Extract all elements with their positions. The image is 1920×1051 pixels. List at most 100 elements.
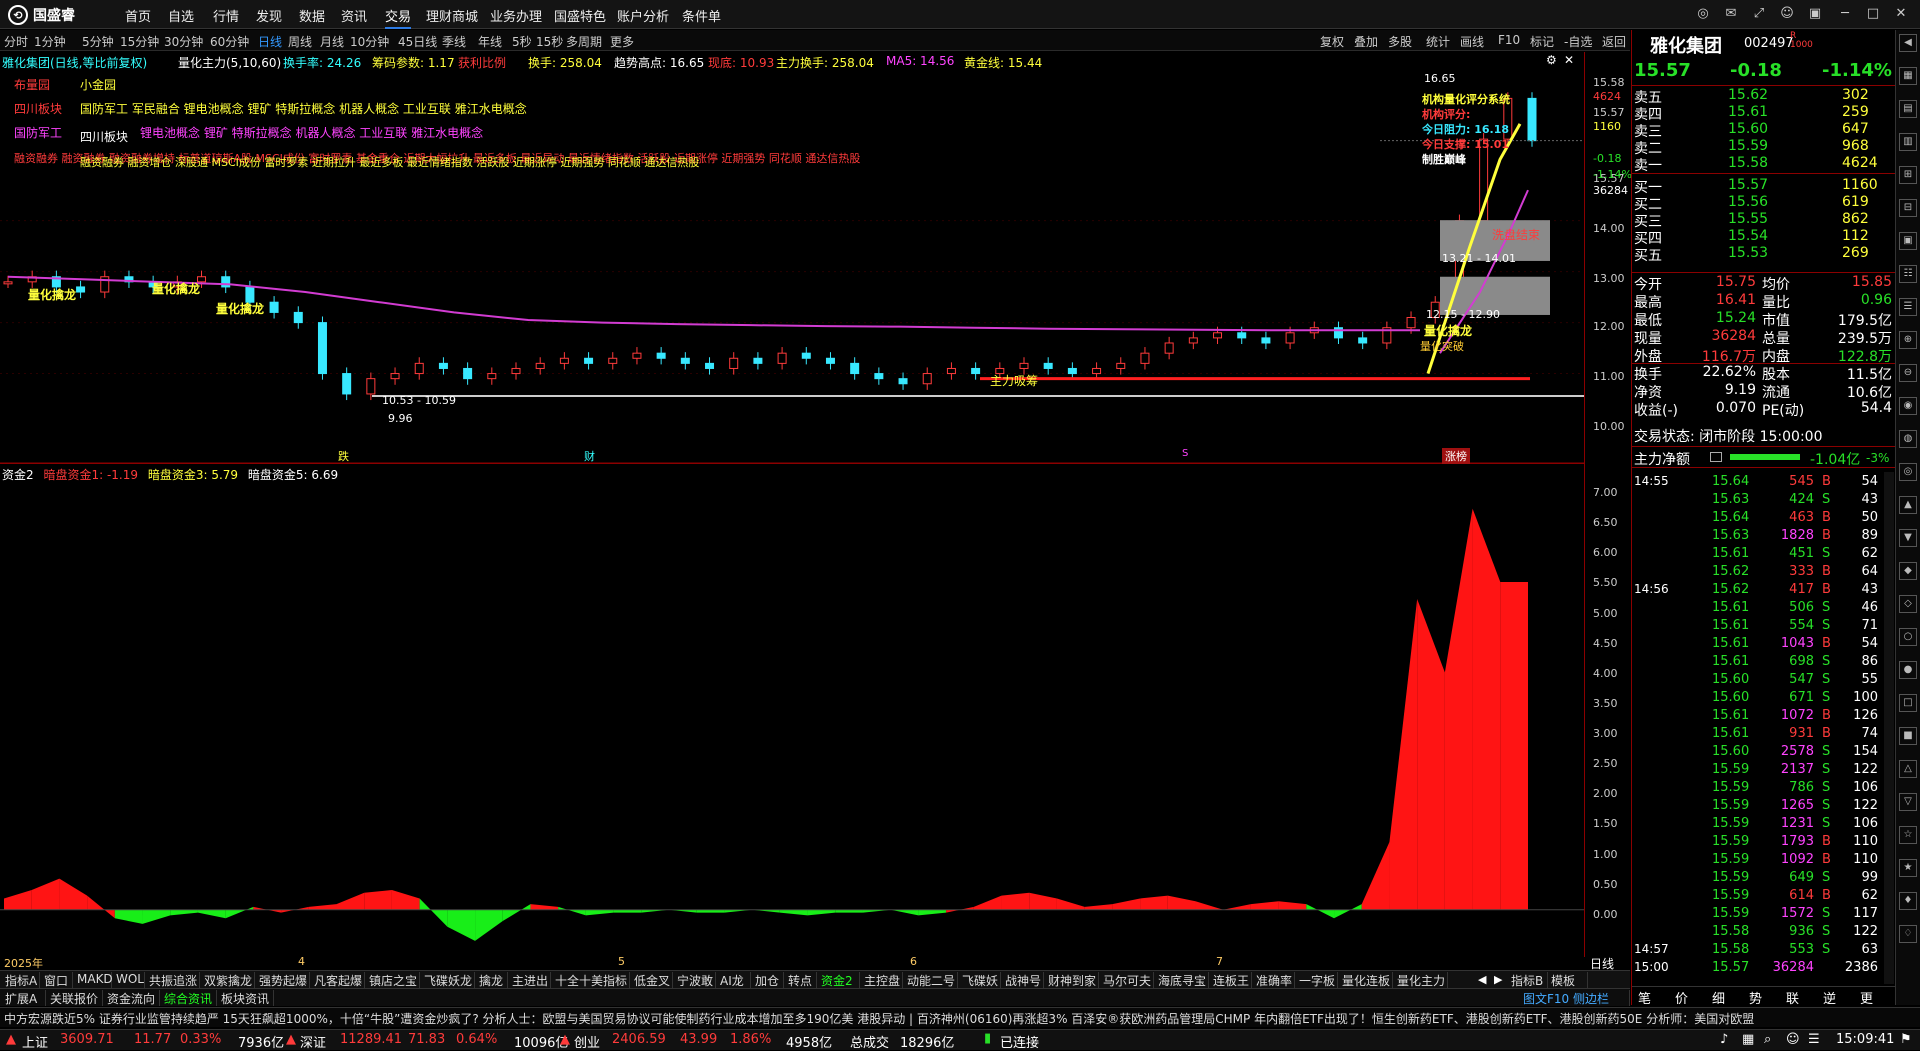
toolbar-btn-1[interactable]: 叠加 — [1354, 33, 1378, 50]
menu-item-2[interactable]: 行情 — [213, 6, 239, 25]
settings-icon[interactable]: ☰ — [1808, 1032, 1820, 1047]
period-1[interactable]: 1分钟 — [34, 33, 66, 50]
collapse-icon[interactable]: ◀ — [1899, 34, 1917, 52]
kline-chart[interactable]: 布量园 小金园 四川板块 国防军工 军民融合 锂电池概念 锂矿 特斯拉概念 机器… — [0, 70, 1584, 464]
tick-tab-1[interactable]: 价 — [1675, 988, 1688, 1007]
tab-scroll-left-icon[interactable]: ◀ — [1478, 973, 1486, 986]
indicator-tab-6[interactable]: 强势起爆 — [256, 972, 310, 988]
period-3[interactable]: 15分钟 — [120, 33, 159, 50]
toolbar-btn-5[interactable]: F10 — [1498, 33, 1520, 47]
chat-icon[interactable]: ◎ — [1694, 5, 1712, 23]
extension-tab-0[interactable]: 扩展A — [2, 990, 46, 1006]
menu-item-6[interactable]: 交易 — [385, 6, 412, 29]
indicator-tab-8[interactable]: 镇店之宝 — [366, 972, 420, 988]
period-0[interactable]: 分时 — [4, 33, 28, 50]
tick-list[interactable]: 14:55 15.64 545 B 54 15.63 424 S 43 15.64 463 B 50 15… — [1632, 472, 1882, 984]
triangle-down-icon[interactable]: ▽ — [1899, 793, 1917, 811]
toolbar-btn-3[interactable]: 统计 — [1426, 33, 1450, 50]
triangle-icon[interactable]: △ — [1899, 760, 1917, 778]
indicator-tab-2[interactable]: MAKD — [74, 972, 113, 988]
menu-item-5[interactable]: 资讯 — [341, 6, 367, 25]
indicator-tab-12[interactable]: 十全十美指标 — [552, 972, 630, 988]
zoom-in-icon[interactable]: ⊕ — [1899, 331, 1917, 349]
user-icon[interactable]: ☺ — [1778, 5, 1796, 23]
sub-indicator-chart[interactable]: 资金2 暗盘资金1: -1.19 暗盘资金3: 5.79 暗盘资金5: 6.69 — [0, 466, 1584, 954]
period-12[interactable]: 年线 — [478, 33, 502, 50]
layout-icon[interactable]: ▣ — [1899, 232, 1917, 250]
indicator-tab-5[interactable]: 双紫擒龙 — [201, 972, 255, 988]
period-10[interactable]: 45日线 — [398, 33, 437, 50]
indicator-tab-10[interactable]: 擒龙 — [476, 972, 508, 988]
indicator-name[interactable]: 量化主力(5,10,60) — [178, 54, 281, 71]
tick-tab-2[interactable]: 细 — [1712, 988, 1725, 1007]
indicator-tab-18[interactable]: 资金2 — [818, 972, 860, 988]
news-ticker[interactable]: 中方宏源跌近5% 证券行业监管持续趋严 15天狂飙超1000%，十倍“牛股”遭资… — [0, 1007, 1920, 1027]
menu-item-10[interactable]: 账户分析 — [617, 6, 669, 25]
indicator-tab-28[interactable]: 一字板 — [1296, 972, 1338, 988]
period-8[interactable]: 月线 — [320, 33, 344, 50]
indicator-tab-25[interactable]: 海底寻宝 — [1155, 972, 1209, 988]
indicator-tab-4[interactable]: 共振追涨 — [146, 972, 200, 988]
indicator-tab-3[interactable]: WOL — [113, 972, 145, 988]
square-icon[interactable]: □ — [1899, 694, 1917, 712]
indicator-tab-24[interactable]: 马尔可夫 — [1100, 972, 1154, 988]
circle-icon[interactable]: ◎ — [1899, 463, 1917, 481]
toolbar-btn-2[interactable]: 多股 — [1388, 33, 1412, 50]
menu-item-7[interactable]: 理财商城 — [426, 6, 478, 25]
suit-icon[interactable]: ♦ — [1899, 892, 1917, 910]
tick-tab-4[interactable]: 联 — [1786, 988, 1799, 1007]
message-icon[interactable]: ✉ — [1722, 5, 1740, 23]
menu-item-11[interactable]: 条件单 — [682, 6, 721, 25]
toolbar-btn-4[interactable]: 画线 — [1460, 33, 1484, 50]
menu-item-4[interactable]: 数据 — [299, 6, 325, 25]
menu-item-0[interactable]: 首页 — [125, 6, 151, 25]
list-icon[interactable]: ▤ — [1899, 100, 1917, 118]
menu-item-9[interactable]: 国盛特色 — [554, 6, 606, 25]
minimize-icon[interactable]: ─ — [1836, 5, 1854, 23]
extension-tab-4[interactable]: 板块资讯 — [218, 990, 274, 1006]
indicator-tab-13[interactable]: 低金叉 — [631, 972, 673, 988]
tick-scrollbar[interactable] — [1884, 472, 1894, 984]
indicator-tab-27[interactable]: 准确率 — [1253, 972, 1295, 988]
period-16[interactable]: 更多 — [610, 33, 634, 50]
period-15[interactable]: 多周期 — [566, 33, 602, 50]
sz-label[interactable]: 深证 — [300, 1032, 326, 1051]
flag-icon[interactable]: ⚑ — [1900, 1032, 1912, 1047]
sh-label[interactable]: 上证 — [22, 1032, 48, 1051]
indicator-tab-22[interactable]: 战神号 — [1002, 972, 1044, 988]
extension-tab-1[interactable]: 关联报价 — [47, 990, 103, 1006]
period-4[interactable]: 30分钟 — [164, 33, 203, 50]
down-icon[interactable]: ▼ — [1899, 529, 1917, 547]
close-icon[interactable]: ✕ — [1892, 5, 1910, 23]
settings-icon[interactable]: ☰ — [1899, 298, 1917, 316]
user-icon-2[interactable]: ☺ — [1786, 1032, 1800, 1047]
net-flow-toggle-icon[interactable] — [1710, 452, 1722, 462]
close-indicator-icon[interactable]: ✕ — [1564, 53, 1574, 67]
columns-icon[interactable]: ▥ — [1899, 133, 1917, 151]
dot-icon[interactable]: ◍ — [1899, 430, 1917, 448]
toolbar-btn-6[interactable]: 标记 — [1530, 33, 1554, 50]
indicator-tab-15[interactable]: AI龙 — [717, 972, 751, 988]
add-window-icon[interactable]: ⊞ — [1899, 166, 1917, 184]
news-text[interactable]: 中方宏源跌近5% 证券行业监管持续趋严 15天狂飙超1000%，十倍“牛股”遭资… — [4, 1010, 1754, 1027]
menu-item-3[interactable]: 发现 — [256, 6, 282, 25]
period-9[interactable]: 10分钟 — [350, 33, 389, 50]
extension-tab-2[interactable]: 资金流向 — [104, 990, 160, 1006]
suit-outline-icon[interactable]: ♢ — [1899, 925, 1917, 943]
period-2[interactable]: 5分钟 — [82, 33, 114, 50]
indicator-tab-30[interactable]: 量化主力 — [1394, 972, 1448, 988]
period-11[interactable]: 季线 — [442, 33, 466, 50]
up-icon[interactable]: ▲ — [1899, 496, 1917, 514]
disc-icon[interactable]: ● — [1899, 661, 1917, 679]
indicator-tab-26[interactable]: 连板王 — [1210, 972, 1252, 988]
indicator-tab-0[interactable]: 指标A — [2, 972, 40, 988]
skin-icon[interactable]: ▣ — [1806, 5, 1824, 23]
menu-item-1[interactable]: 自选 — [168, 6, 194, 25]
indicator-tab-14[interactable]: 宁波敢 — [674, 972, 716, 988]
menu-icon[interactable]: ☷ — [1899, 265, 1917, 283]
period-7[interactable]: 周线 — [288, 33, 312, 50]
diamond-outline-icon[interactable]: ◇ — [1899, 595, 1917, 613]
tick-tab-0[interactable]: 笔 — [1638, 988, 1651, 1007]
indicator-tab-17[interactable]: 转点 — [785, 972, 817, 988]
toolbar-btn-0[interactable]: 复权 — [1320, 33, 1344, 50]
